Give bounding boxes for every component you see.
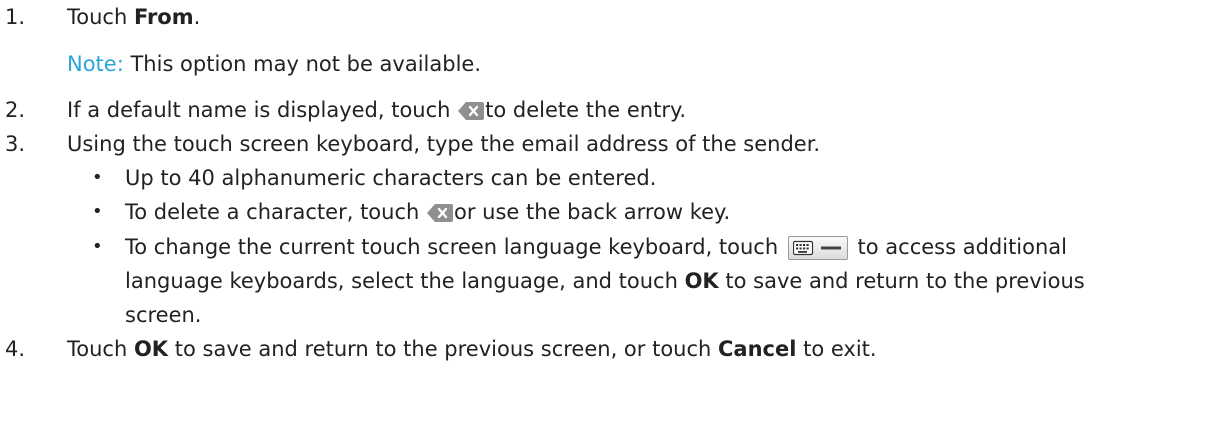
backspace-delete-icon: [458, 100, 485, 128]
step-4-mid: to save and return to the previous scree…: [168, 337, 719, 361]
step-4-bold-ok: OK: [133, 337, 169, 361]
step-2-number: 2.: [5, 98, 26, 122]
step-4-number: 4.: [5, 337, 26, 361]
bullet-2-text: To delete a character, touch or use the …: [125, 198, 730, 230]
bullet-3-line-2: language keyboards, select the language,…: [125, 267, 1085, 295]
step-2-post: to delete the entry.: [485, 98, 687, 122]
bullet-3-line2-post: to save and return to the previous: [718, 269, 1085, 293]
step-1-post: .: [193, 5, 201, 29]
step-2-pre: If a default name is displayed, touch: [67, 98, 458, 122]
bullet-3-pre: To change the current touch screen langu…: [125, 235, 785, 259]
bullet-3-glyph: •: [92, 236, 103, 257]
step-3-number: 3.: [5, 132, 26, 156]
step-4-pre: Touch: [67, 337, 134, 361]
note-label: Note:: [67, 52, 124, 76]
bullet-2-post: or use the back arrow key.: [454, 200, 731, 224]
bullet-3-line2-bold: OK: [684, 269, 719, 293]
bullet-2-glyph: •: [92, 201, 103, 222]
keyboard-language-icon: [787, 236, 848, 260]
step-4-text: Touch OK to save and return to the previ…: [67, 335, 877, 363]
step-4-bold-cancel: Cancel: [718, 337, 797, 361]
bullet-1-text: Up to 40 alphanumeric characters can be …: [125, 166, 657, 190]
step-1-number: 1.: [5, 5, 26, 29]
note: Note: This option may not be available.: [67, 50, 481, 78]
bullet-1-glyph: •: [92, 167, 103, 188]
bullet-3-line-1: To change the current touch screen langu…: [125, 233, 1067, 261]
step-1-bold: From: [133, 5, 194, 29]
step-2-text: If a default name is displayed, touch to…: [67, 96, 686, 128]
step-3-text: Using the touch screen keyboard, type th…: [67, 132, 821, 156]
note-text: This option may not be available.: [123, 52, 482, 76]
step-4-post: to exit.: [796, 337, 877, 361]
instruction-document: 1. Touch From. Note: This option may not…: [0, 0, 1232, 438]
bullet-3-line2-pre: language keyboards, select the language,…: [125, 269, 685, 293]
bullet-3-post: to access additional: [850, 235, 1068, 259]
bullet-3-line-3: screen.: [125, 303, 202, 327]
step-1-pre: Touch: [67, 5, 134, 29]
step-1-text: Touch From.: [67, 3, 200, 31]
backspace-delete-icon: [427, 202, 453, 230]
bullet-2-pre: To delete a character, touch: [125, 200, 426, 224]
